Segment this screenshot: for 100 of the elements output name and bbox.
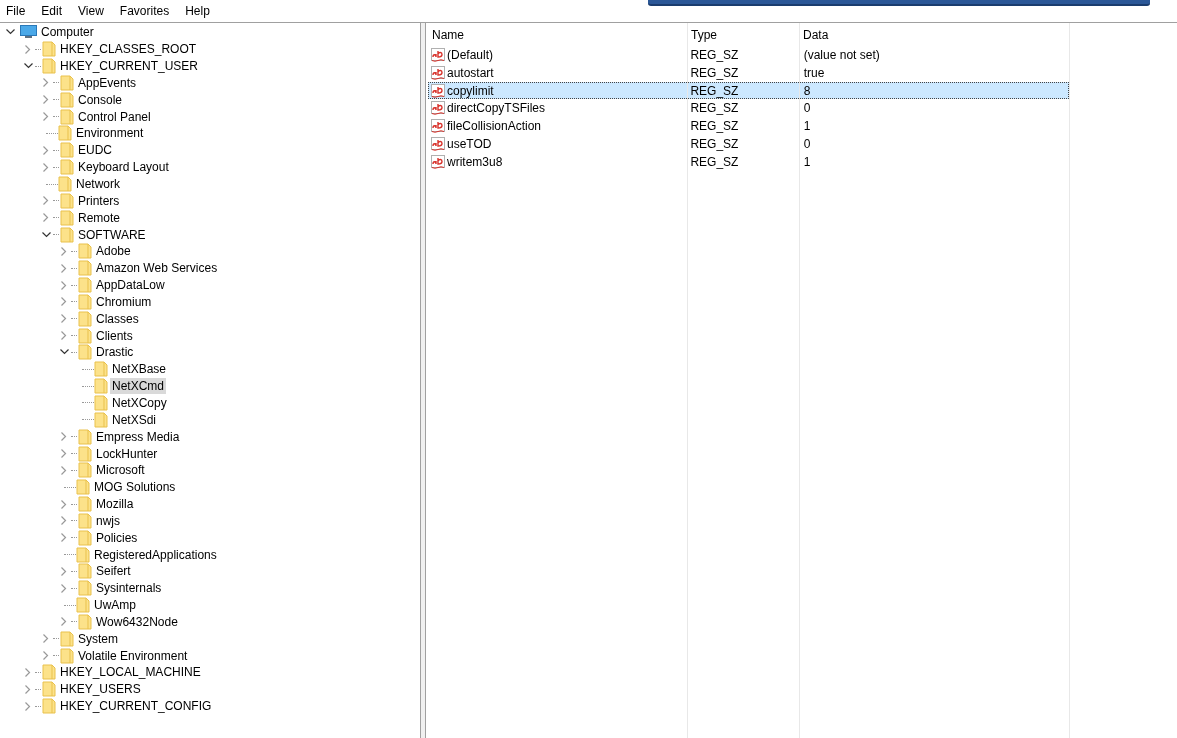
expand-chevron-icon[interactable] xyxy=(25,44,31,54)
tree-item[interactable]: nwjs xyxy=(94,512,122,529)
expand-chevron-icon[interactable] xyxy=(61,533,67,543)
tree-item[interactable]: NetXCmd xyxy=(110,378,166,395)
tree-item[interactable]: SOFTWARE xyxy=(76,226,148,243)
tree-item[interactable]: Microsoft xyxy=(94,462,147,479)
value-row[interactable]: copylimit REG_SZ 8 xyxy=(428,81,1069,100)
tree-item[interactable]: HKEY_CLASSES_ROOT xyxy=(58,41,199,58)
folder-icon xyxy=(94,411,108,428)
folder-icon xyxy=(76,546,90,563)
expand-chevron-icon[interactable] xyxy=(61,280,67,290)
tree-item[interactable]: NetXSdi xyxy=(110,411,159,428)
value-row[interactable]: fileCollisionAction REG_SZ 1 xyxy=(428,117,1069,135)
tree-item[interactable]: Drastic xyxy=(94,344,136,361)
tree-item[interactable]: HKEY_CURRENT_USER xyxy=(58,58,201,75)
collapse-chevron-icon[interactable] xyxy=(23,63,33,70)
value-row[interactable]: autostart REG_SZ true xyxy=(428,63,1069,82)
tree-item[interactable]: Printers xyxy=(76,192,122,209)
expand-chevron-icon[interactable] xyxy=(61,449,67,458)
tree-item[interactable]: Chromium xyxy=(94,293,154,310)
menu-item[interactable]: File xyxy=(4,2,28,20)
tree-item[interactable]: NetXCopy xyxy=(110,395,169,411)
menu-item[interactable]: Help xyxy=(183,2,212,20)
tree-item[interactable]: Remote xyxy=(76,209,123,226)
folder-icon xyxy=(78,277,92,294)
expand-chevron-icon[interactable] xyxy=(43,634,49,644)
expand-chevron-icon[interactable] xyxy=(43,651,49,661)
expand-chevron-icon[interactable] xyxy=(61,617,67,627)
tree-item[interactable]: HKEY_LOCAL_MACHINE xyxy=(58,664,203,681)
column-header[interactable]: Type xyxy=(691,25,717,44)
tree-item[interactable]: LockHunter xyxy=(94,445,160,462)
expand-chevron-icon[interactable] xyxy=(43,213,49,223)
expand-chevron-icon[interactable] xyxy=(61,263,67,273)
string-value-icon xyxy=(431,83,445,98)
string-value-icon xyxy=(431,47,445,62)
tree-item[interactable]: Control Panel xyxy=(76,108,153,125)
expand-chevron-icon[interactable] xyxy=(43,196,49,206)
expand-chevron-icon[interactable] xyxy=(61,297,67,307)
tree-item[interactable]: Computer xyxy=(39,24,96,41)
value-row[interactable]: writem3u8 REG_SZ 1 xyxy=(428,152,1069,171)
menu-item[interactable]: Edit xyxy=(39,2,65,20)
expand-chevron-icon[interactable] xyxy=(43,162,49,172)
expand-chevron-icon[interactable] xyxy=(43,95,49,105)
tree-item[interactable]: System xyxy=(76,630,120,647)
expand-chevron-icon[interactable] xyxy=(61,583,67,593)
collapse-chevron-icon[interactable] xyxy=(59,349,69,356)
folder-icon xyxy=(78,512,92,529)
tree-item[interactable]: UwAmp xyxy=(92,597,138,614)
expand-chevron-icon[interactable] xyxy=(61,499,67,509)
tree-item[interactable]: Keyboard Layout xyxy=(76,159,171,176)
expand-chevron-icon[interactable] xyxy=(25,684,31,694)
tree-item[interactable]: EUDC xyxy=(76,142,114,159)
tree-item[interactable]: RegisteredApplications xyxy=(92,546,219,563)
expand-chevron-icon[interactable] xyxy=(61,465,67,475)
tree-item[interactable]: AppEvents xyxy=(76,74,139,91)
table-cell-text: fileCollisionAction xyxy=(447,118,542,136)
expand-chevron-icon[interactable] xyxy=(43,112,49,122)
tree-item[interactable]: Amazon Web Services xyxy=(94,260,220,277)
column-header[interactable]: Name xyxy=(432,25,464,44)
expand-chevron-icon[interactable] xyxy=(43,78,49,88)
tree-item[interactable]: HKEY_USERS xyxy=(58,681,143,698)
tree-item[interactable]: Console xyxy=(76,91,125,108)
expand-chevron-icon[interactable] xyxy=(25,668,31,677)
tree-item[interactable]: Environment xyxy=(74,125,146,142)
expand-chevron-icon[interactable] xyxy=(61,566,67,576)
expand-chevron-icon[interactable] xyxy=(61,331,67,341)
tree-item[interactable]: NetXBase xyxy=(110,361,169,378)
tree-item[interactable]: Network xyxy=(74,176,122,192)
expand-chevron-icon[interactable] xyxy=(61,314,67,324)
tree-item[interactable]: Clients xyxy=(94,327,135,344)
value-row[interactable]: useTOD REG_SZ 0 xyxy=(428,135,1069,153)
expand-chevron-icon[interactable] xyxy=(61,432,67,442)
tree-item[interactable]: Classes xyxy=(94,310,141,327)
tree-item[interactable]: MOG Solutions xyxy=(92,479,178,496)
expand-chevron-icon[interactable] xyxy=(61,246,67,256)
folder-icon xyxy=(78,260,92,277)
folder-icon xyxy=(78,344,92,361)
tree-item[interactable]: HKEY_CURRENT_CONFIG xyxy=(58,698,214,715)
tree-item[interactable]: Policies xyxy=(94,529,140,546)
menu-item[interactable]: Favorites xyxy=(117,2,172,20)
folder-icon xyxy=(60,108,74,125)
value-row[interactable]: (Default) REG_SZ (value not set) xyxy=(428,46,1069,64)
tree-item[interactable]: Wow6432Node xyxy=(94,613,180,630)
menu-item[interactable]: View xyxy=(76,2,106,20)
tree-item[interactable]: Sysinternals xyxy=(94,580,164,597)
tree-item[interactable]: AppDataLow xyxy=(94,277,167,294)
column-header[interactable]: Data xyxy=(803,25,829,44)
tree-item[interactable]: Seifert xyxy=(94,563,133,580)
expand-chevron-icon[interactable] xyxy=(43,145,49,155)
collapse-chevron-icon[interactable] xyxy=(5,29,15,36)
computer-icon xyxy=(20,25,37,40)
tree-item[interactable]: Empress Media xyxy=(94,428,182,445)
tree-item[interactable]: Mozilla xyxy=(94,496,136,513)
expand-chevron-icon[interactable] xyxy=(25,701,31,711)
value-row[interactable]: directCopyTSFiles REG_SZ 0 xyxy=(428,99,1069,118)
collapse-chevron-icon[interactable] xyxy=(41,231,51,238)
tree-item[interactable]: Adobe xyxy=(94,243,133,260)
folder-icon xyxy=(94,395,108,411)
tree-item[interactable]: Volatile Environment xyxy=(76,647,190,664)
expand-chevron-icon[interactable] xyxy=(61,516,67,526)
